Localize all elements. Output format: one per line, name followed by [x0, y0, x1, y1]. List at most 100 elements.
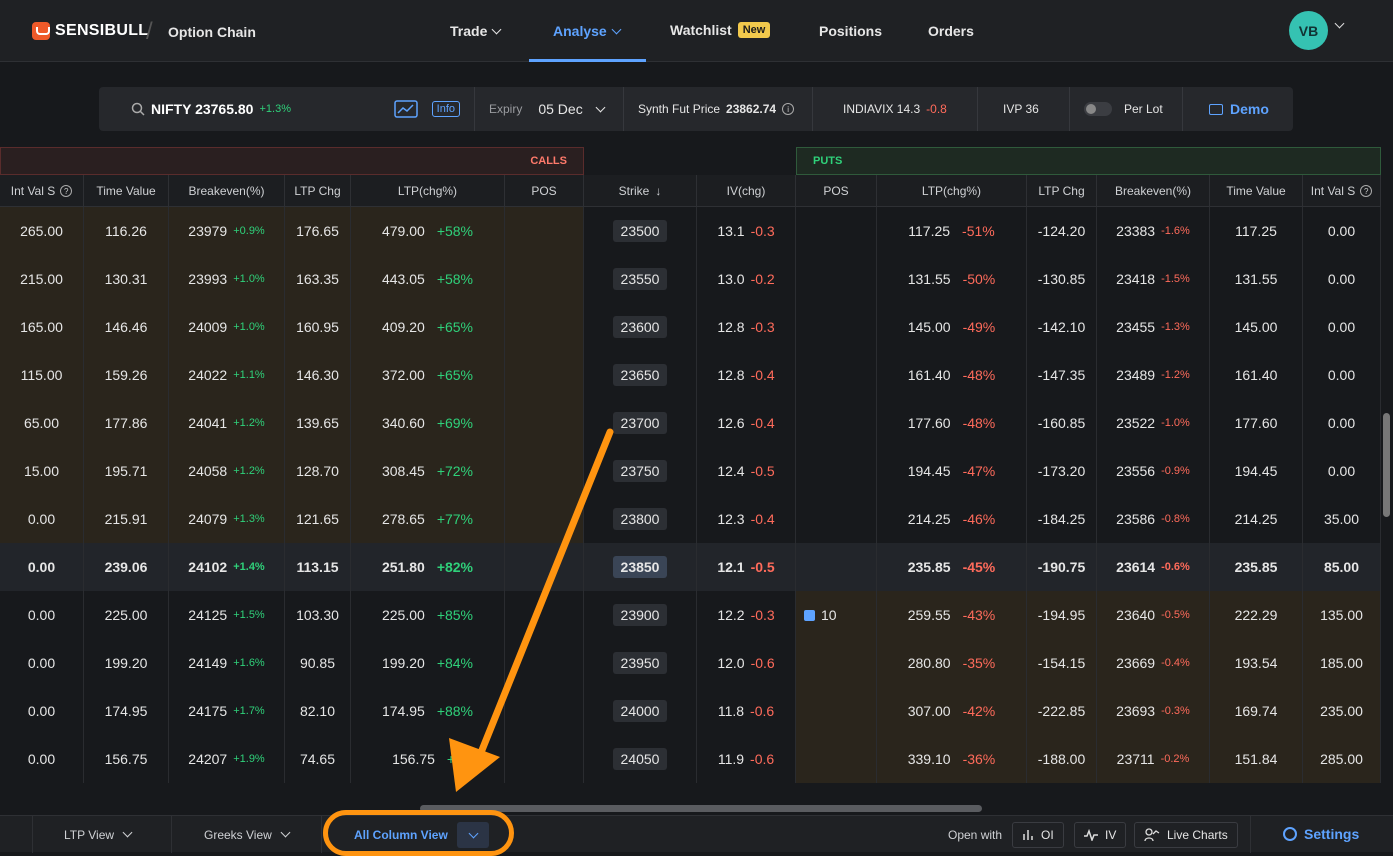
per-lot-toggle[interactable]: Per Lot — [1070, 87, 1183, 131]
expiry-select[interactable]: Expiry 05 Dec — [475, 87, 624, 131]
put-pos-cell[interactable] — [796, 351, 877, 399]
nav-analyse[interactable]: Analyse — [553, 23, 622, 39]
strike-value[interactable]: 23500 — [612, 220, 668, 242]
put-pos-cell[interactable] — [796, 399, 877, 447]
chevron-down-icon[interactable] — [1334, 18, 1345, 29]
call-ltp-chg: 103.30 — [296, 607, 339, 623]
call-pos-cell[interactable] — [505, 495, 584, 543]
call-pos-cell[interactable] — [505, 399, 584, 447]
nav-positions[interactable]: Positions — [819, 23, 882, 39]
put-breakeven-cell: 23522 -1.0% — [1097, 399, 1210, 447]
call-pos-cell[interactable] — [505, 639, 584, 687]
call-pos-cell[interactable] — [505, 255, 584, 303]
greeks-view-button[interactable]: Greeks View — [204, 816, 291, 853]
chart-trend-icon[interactable] — [393, 100, 418, 118]
put-pos-cell[interactable] — [796, 207, 877, 255]
column-header[interactable]: Strike ↓ — [584, 175, 697, 207]
column-header[interactable]: LTP Chg — [285, 175, 351, 207]
put-pos-cell[interactable]: 10 — [796, 591, 877, 639]
put-pos-cell[interactable] — [796, 735, 877, 783]
nav-trade[interactable]: Trade — [450, 23, 502, 39]
call-breakeven-pct: +0.9% — [233, 225, 265, 237]
table-row[interactable]: 115.00 159.26 24022 +1.1% 146.30 372.00 +65% 23… — [0, 351, 1381, 399]
table-row[interactable]: 0.00 174.95 24175 +1.7% 82.10 174.95 +88% 24000… — [0, 687, 1381, 735]
info-icon[interactable]: i — [782, 103, 795, 115]
column-header[interactable]: IV(chg) — [697, 175, 796, 207]
column-header[interactable]: Int Val S? — [0, 175, 84, 207]
column-header[interactable]: Breakeven(%) — [1097, 175, 1210, 207]
info-bar: NIFTY 23765.80 +1.3% Info Expiry 05 Dec … — [99, 87, 1293, 131]
call-pos-cell[interactable] — [505, 543, 584, 591]
toggle-switch[interactable] — [1084, 102, 1112, 116]
column-header[interactable]: POS — [505, 175, 584, 207]
user-avatar[interactable]: VB — [1289, 11, 1328, 50]
call-pos-cell[interactable] — [505, 687, 584, 735]
strike-value[interactable]: 23550 — [612, 268, 668, 290]
strike-value[interactable]: 23850 — [612, 556, 668, 578]
put-pos-cell[interactable] — [796, 255, 877, 303]
strike-value[interactable]: 24000 — [612, 700, 668, 722]
help-icon[interactable]: ? — [60, 185, 73, 197]
put-pos-cell[interactable] — [796, 639, 877, 687]
put-pos-cell[interactable] — [796, 543, 877, 591]
strike-value[interactable]: 23600 — [612, 316, 668, 338]
settings-button[interactable]: Settings — [1283, 826, 1359, 842]
put-ltp-chg-cell: -184.25 — [1027, 495, 1097, 543]
strike-value[interactable]: 23900 — [612, 604, 668, 626]
column-header[interactable]: POS — [796, 175, 877, 207]
strike-value[interactable]: 23650 — [612, 364, 668, 386]
call-ltp: 443.05 — [381, 271, 425, 287]
new-badge: New — [737, 22, 771, 38]
put-pos-cell[interactable] — [796, 495, 877, 543]
table-row[interactable]: 65.00 177.86 24041 +1.2% 139.65 340.60 +69% 237… — [0, 399, 1381, 447]
oi-button[interactable]: OI — [1012, 822, 1064, 848]
column-header[interactable]: Time Value — [84, 175, 169, 207]
column-header[interactable]: LTP(chg%) — [877, 175, 1027, 207]
ltp-view-button[interactable]: LTP View — [64, 816, 133, 853]
info-link[interactable]: Info — [431, 101, 460, 117]
put-int-value: 185.00 — [1320, 655, 1363, 671]
put-pos-cell[interactable] — [796, 687, 877, 735]
table-row[interactable]: 0.00 199.20 24149 +1.6% 90.85 199.20 +84% 23950… — [0, 639, 1381, 687]
table-row[interactable]: 215.00 130.31 23993 +1.0% 163.35 443.05 +58% 23… — [0, 255, 1381, 303]
column-header[interactable]: Time Value — [1210, 175, 1303, 207]
iv-button[interactable]: IV — [1074, 822, 1127, 848]
strike-value[interactable]: 23700 — [612, 412, 668, 434]
call-pos-cell[interactable] — [505, 351, 584, 399]
call-pos-cell[interactable] — [505, 591, 584, 639]
put-pos-cell[interactable] — [796, 303, 877, 351]
vertical-scrollbar[interactable] — [1383, 413, 1390, 517]
strike-value[interactable]: 23800 — [612, 508, 668, 530]
horizontal-scrollbar[interactable] — [420, 805, 982, 812]
call-pos-cell[interactable] — [505, 735, 584, 783]
call-pos-cell[interactable] — [505, 447, 584, 495]
call-breakeven-cell: 24102 +1.4% — [169, 543, 285, 591]
column-header[interactable]: Breakeven(%) — [169, 175, 285, 207]
call-int-value: 0.00 — [27, 511, 56, 527]
table-row[interactable]: 0.00 225.00 24125 +1.5% 103.30 225.00 +85% 2390… — [0, 591, 1381, 639]
table-row[interactable]: 265.00 116.26 23979 +0.9% 176.65 479.00 +58% 23… — [0, 207, 1381, 255]
strike-value[interactable]: 24050 — [612, 748, 668, 770]
nav-watchlist[interactable]: Watchlist New — [670, 22, 771, 38]
put-pos-cell[interactable] — [796, 447, 877, 495]
table-row[interactable]: 0.00 215.91 24079 +1.3% 121.65 278.65 +77% 2380… — [0, 495, 1381, 543]
call-pos-cell[interactable] — [505, 207, 584, 255]
chevron-down-icon — [611, 24, 622, 34]
demo-button[interactable]: Demo — [1183, 87, 1293, 131]
column-header[interactable]: LTP(chg%) — [351, 175, 505, 207]
nav-orders[interactable]: Orders — [928, 23, 974, 39]
help-icon[interactable]: ? — [1360, 185, 1373, 197]
table-row[interactable]: 0.00 156.75 24207 +1.9% 74.65 156.75 +9 24050 11… — [0, 735, 1381, 783]
symbol-search[interactable]: NIFTY 23765.80 +1.3% Info — [99, 87, 475, 131]
table-row[interactable]: 0.00 239.06 24102 +1.4% 113.15 251.80 +82% 2385… — [0, 543, 1381, 591]
strike-value[interactable]: 23750 — [612, 460, 668, 482]
strike-value[interactable]: 23950 — [612, 652, 668, 674]
table-row[interactable]: 15.00 195.71 24058 +1.2% 128.70 308.45 +72% 237… — [0, 447, 1381, 495]
sensibull-logo[interactable]: SENSIBULL — [32, 21, 148, 41]
sort-arrow-icon[interactable]: ↓ — [655, 184, 661, 198]
column-header[interactable]: Int Val S? — [1303, 175, 1381, 207]
column-header[interactable]: LTP Chg — [1027, 175, 1097, 207]
table-row[interactable]: 165.00 146.46 24009 +1.0% 160.95 409.20 +65% 23… — [0, 303, 1381, 351]
live-charts-button[interactable]: Live Charts — [1134, 822, 1238, 848]
call-pos-cell[interactable] — [505, 303, 584, 351]
